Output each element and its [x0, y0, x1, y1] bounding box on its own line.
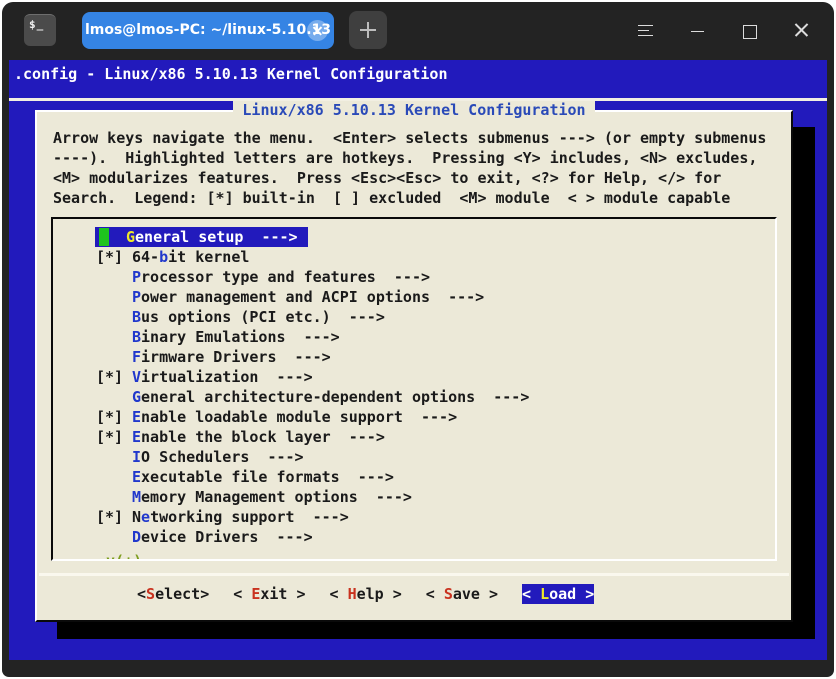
- menu-list: v(+) General setup --->[*]64-bit kernelP…: [51, 217, 777, 561]
- cursor-block: [99, 228, 109, 246]
- builtin-marker: [*]: [96, 507, 132, 527]
- load-button[interactable]: < Load >: [522, 584, 594, 604]
- menu-item[interactable]: General architecture-dependent options -…: [96, 387, 775, 407]
- exit-button[interactable]: < Exit >: [233, 584, 305, 604]
- terminal-prompt-glyph: $_: [29, 18, 44, 31]
- menuconfig-screen: .config - Linux/x86 5.10.13 Kernel Confi…: [9, 60, 827, 660]
- help-line: Arrow keys navigate the menu. <Enter> se…: [53, 128, 791, 148]
- minimize-button[interactable]: [689, 22, 706, 39]
- menu-item[interactable]: [*]Enable loadable module support --->: [96, 407, 775, 427]
- terminal-tab[interactable]: lmos@lmos-PC: ~/linux-5.10.13: [82, 12, 334, 49]
- help-line: Search. Legend: [*] built-in [ ] exclude…: [53, 188, 791, 208]
- menu-item[interactable]: Memory Management options --->: [96, 487, 775, 507]
- titlebar: $_ lmos@lmos-PC: ~/linux-5.10.13: [2, 2, 834, 58]
- new-tab-button[interactable]: [349, 11, 387, 49]
- top-separator-line: [9, 98, 827, 101]
- menu-item[interactable]: Executable file formats --->: [96, 467, 775, 487]
- builtin-marker: [*]: [96, 427, 132, 447]
- button-row: <Select> < Exit > < Help > < Save > < Load >: [137, 584, 791, 604]
- menu-item[interactable]: Binary Emulations --->: [96, 327, 775, 347]
- help-button[interactable]: < Help >: [330, 584, 402, 604]
- tab-title: lmos@lmos-PC: ~/linux-5.10.13: [85, 22, 331, 38]
- menu-item[interactable]: [*]Virtualization --->: [96, 367, 775, 387]
- window-controls: [637, 22, 810, 39]
- builtin-marker: [*]: [96, 247, 132, 267]
- menu-item[interactable]: Device Drivers --->: [96, 527, 775, 547]
- save-button[interactable]: < Save >: [426, 584, 498, 604]
- terminal-app-icon: $_: [24, 14, 56, 46]
- selected-item-highlight: General setup --->: [95, 227, 308, 247]
- menu-item[interactable]: Firmware Drivers --->: [96, 347, 775, 367]
- menuconfig-dialog: Linux/x86 5.10.13 Kernel Configuration A…: [35, 110, 793, 622]
- builtin-marker: [*]: [96, 367, 132, 387]
- select-button[interactable]: <Select>: [137, 584, 209, 604]
- builtin-marker: [*]: [96, 407, 132, 427]
- menu-item[interactable]: [*]Enable the block layer --->: [96, 427, 775, 447]
- menu-item[interactable]: [*]64-bit kernel: [96, 247, 775, 267]
- menu-button[interactable]: [637, 22, 654, 39]
- help-line: <M> modularizes features. Press <Esc><Es…: [53, 168, 791, 188]
- help-line: ----). Highlighted letters are hotkeys. …: [53, 148, 791, 168]
- help-text: Arrow keys navigate the menu. <Enter> se…: [53, 128, 791, 208]
- menu-item[interactable]: Bus options (PCI etc.) --->: [96, 307, 775, 327]
- close-icon: [312, 25, 323, 36]
- maximize-button[interactable]: [741, 22, 758, 39]
- menu-item[interactable]: IO Schedulers --->: [96, 447, 775, 467]
- menu-item[interactable]: General setup --->: [96, 227, 775, 247]
- button-separator-line: [39, 573, 789, 576]
- dialog-title: Linux/x86 5.10.13 Kernel Configuration: [37, 101, 791, 119]
- tab-close-button[interactable]: [307, 20, 328, 41]
- close-button[interactable]: [793, 22, 810, 39]
- menu-item[interactable]: Power management and ACPI options --->: [96, 287, 775, 307]
- menuconfig-top-title: .config - Linux/x86 5.10.13 Kernel Confi…: [9, 60, 827, 86]
- menu-item[interactable]: Processor type and features --->: [96, 267, 775, 287]
- menu-item[interactable]: [*]Networking support --->: [96, 507, 775, 527]
- scroll-down-indicator: v(+): [101, 552, 147, 561]
- terminal-window: $_ lmos@lmos-PC: ~/linux-5.10.13 .config…: [2, 2, 834, 677]
- plus-icon: [360, 22, 376, 38]
